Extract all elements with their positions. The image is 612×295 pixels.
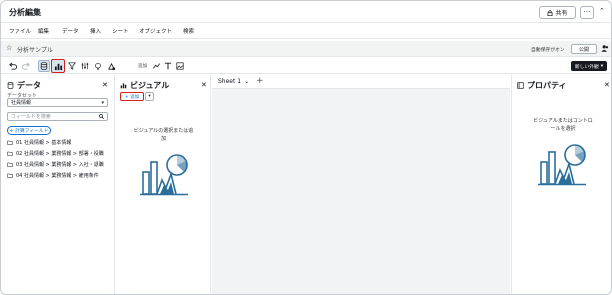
menu-insert[interactable]: 挿入	[90, 27, 101, 35]
folder-icon	[7, 173, 13, 178]
analysis-name[interactable]: 分析サンプル	[17, 45, 53, 54]
sheet-canvas[interactable]: Sheet 1 ⌄ +	[212, 75, 510, 294]
folder-item[interactable]: 04 社員情報 > 業務情報 > 雇用条件	[7, 172, 99, 179]
folder-item[interactable]: 03 社員情報 > 業務情報 > 入社・退職	[7, 161, 104, 168]
publish-button[interactable]: 公開	[571, 44, 597, 54]
properties-panel-header: プロパティ	[517, 79, 567, 91]
folder-icon	[7, 151, 13, 156]
lock-icon	[548, 9, 553, 16]
visualize-icon[interactable]	[51, 59, 65, 73]
close-icon[interactable]: ✕	[604, 81, 610, 89]
properties-icon	[517, 81, 524, 89]
autosave-status: 自動保存がオン	[531, 48, 565, 53]
sheet-tab-label: Sheet 1	[218, 78, 242, 85]
caret-down-icon: ▾	[101, 100, 104, 106]
close-icon[interactable]: ✕	[201, 81, 207, 89]
chevron-down-icon[interactable]: ⌄	[244, 78, 249, 85]
properties-panel-title: プロパティ	[527, 80, 567, 90]
caret-down-icon[interactable]: ▾	[145, 92, 154, 101]
menu-bar: ファイル 編集 データ 挿入 シート オブジェクト 検索	[1, 23, 611, 39]
toolbar: 追加 新しい外観 ▾	[1, 58, 611, 74]
undo-icon[interactable]	[6, 60, 18, 72]
data-panel-title: データ	[17, 80, 41, 90]
visuals-panel-title: ビジュアル	[130, 80, 170, 90]
redo-icon[interactable]	[20, 60, 32, 72]
close-icon[interactable]: ✕	[102, 81, 108, 89]
new-sheet-label: 新しい外観	[574, 64, 599, 70]
sheet-tab-bar: Sheet 1 ⌄ +	[212, 75, 510, 89]
line-chart-icon[interactable]	[150, 60, 162, 72]
parameters-icon[interactable]	[79, 60, 91, 72]
star-icon[interactable]: ☆	[6, 45, 12, 52]
database-icon	[7, 81, 14, 89]
app-window: 分析編集 共有 ··· ⌃ ファイル 編集 データ 挿入 シート オブジェクト …	[0, 0, 612, 295]
folder-item[interactable]: 02 社員情報 > 業務情報 > 部署・役職	[7, 150, 104, 157]
new-sheet-button[interactable]: 新しい外観 ▾	[571, 61, 607, 71]
properties-illustration-icon	[538, 144, 586, 186]
folder-label: 01 社員情報 > 基本情報	[16, 140, 72, 146]
add-calculated-field-button[interactable]: + 計算フィールド	[7, 126, 51, 135]
data-panel: データ ✕ データセット 社員情報 ▾ フィールドを検索 + 計算フィールド 0…	[1, 75, 115, 294]
title-bar: 分析編集 共有 ··· ⌃	[1, 1, 611, 23]
themes-icon[interactable]	[105, 60, 117, 72]
users-icon[interactable]	[601, 44, 609, 55]
folder-item[interactable]: 01 社員情報 > 基本情報	[7, 139, 71, 146]
folder-label: 03 社員情報 > 業務情報 > 入社・退職	[16, 162, 104, 168]
visuals-panel-header: ビジュアル	[120, 79, 169, 91]
analysis-name-bar: ☆ 分析サンプル 自動保存がオン 公開	[1, 41, 611, 57]
search-placeholder: フィールドを検索	[11, 114, 51, 120]
dataset-icon[interactable]	[38, 60, 50, 72]
filter-icon[interactable]	[66, 60, 78, 72]
add-visual-button[interactable]: + 追加	[120, 92, 144, 101]
folder-label: 02 社員情報 > 業務情報 > 部署・役職	[16, 151, 104, 157]
image-icon[interactable]	[174, 60, 186, 72]
share-button[interactable]: 共有	[539, 6, 576, 19]
add-label: 追加	[138, 64, 147, 69]
visuals-empty-message: ビジュアルの選択または追 加	[133, 128, 194, 142]
add-sheet-button[interactable]: +	[256, 76, 264, 86]
menu-file[interactable]: ファイル	[9, 27, 31, 35]
menu-data[interactable]: データ	[62, 27, 79, 35]
text-box-icon[interactable]	[162, 60, 174, 72]
visuals-illustration-icon	[140, 154, 188, 196]
tab-sheet-1[interactable]: Sheet 1 ⌄	[218, 78, 249, 85]
share-label: 共有	[555, 10, 568, 17]
field-search-input[interactable]: フィールドを検索	[7, 112, 108, 121]
folder-icon	[7, 140, 13, 145]
properties-panel: プロパティ ✕ ビジュアルまたはコントロ ールを選択	[511, 75, 611, 294]
chevron-up-icon[interactable]: ⌃	[599, 7, 605, 15]
properties-empty-message: ビジュアルまたはコントロ ールを選択	[533, 118, 593, 132]
folder-label: 04 社員情報 > 業務情報 > 雇用条件	[16, 173, 99, 179]
dataset-select[interactable]: 社員情報 ▾	[7, 98, 108, 107]
menu-edit[interactable]: 編集	[38, 27, 49, 35]
bar-chart-icon	[120, 82, 127, 88]
add-visual-control: + 追加 ▾	[120, 92, 154, 101]
menu-object[interactable]: オブジェクト	[139, 27, 172, 35]
menu-search[interactable]: 検索	[183, 27, 194, 35]
menu-sheet[interactable]: シート	[112, 27, 129, 35]
folder-icon	[7, 162, 13, 167]
caret-down-icon: ▾	[600, 63, 604, 69]
insights-icon[interactable]	[92, 60, 104, 72]
search-icon	[99, 114, 104, 121]
dataset-value: 社員情報	[11, 100, 32, 106]
more-options-button[interactable]: ···	[580, 6, 594, 19]
data-panel-header: データ	[7, 79, 41, 91]
page-title: 分析編集	[9, 8, 41, 17]
visuals-panel: ビジュアル ✕ + 追加 ▾ ビジュアルの選択または追 加	[116, 75, 211, 294]
